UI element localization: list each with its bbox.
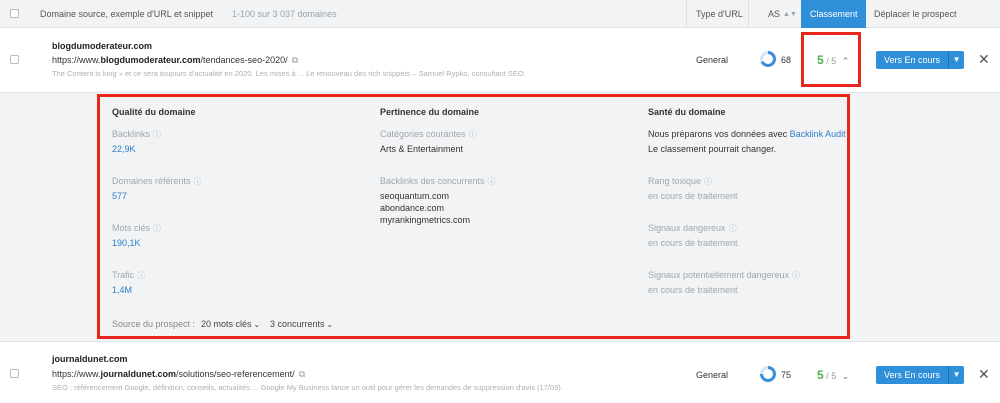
info-icon: ⓘ [153, 224, 162, 233]
info-icon: ⓘ [728, 224, 737, 233]
danger-signals-value: en cours de traitement [648, 238, 738, 248]
rank-toggle[interactable]: 5 / 5 ⌄ [817, 368, 849, 382]
traffic-label: Trafic ⓘ [112, 270, 146, 280]
example-url[interactable]: https://www.journaldunet.com/solutions/s… [52, 369, 305, 380]
toxic-score-value: en cours de traitement [648, 191, 738, 201]
column-rank-header[interactable]: Classement▲▼ [801, 0, 866, 46]
url-prefix: https://www. [52, 55, 101, 65]
referring-domains-value[interactable]: 577 [112, 191, 127, 201]
chevron-down-icon: ⌄ [253, 320, 261, 329]
backlinks-value[interactable]: 22,9K [112, 144, 136, 154]
snippet-text: SEO : référencement Google, définition, … [52, 383, 563, 392]
row-checkbox[interactable] [10, 369, 19, 378]
row-checkbox[interactable] [10, 55, 19, 64]
authority-score-value: 68 [781, 55, 792, 65]
url-prefix: https://www. [52, 369, 101, 379]
competitor-domain: seoquantum.com [380, 191, 450, 201]
categories-label: Catégories courantes ⓘ [380, 129, 477, 139]
column-separator [686, 0, 687, 28]
health-title: Santé du domaine [648, 107, 726, 117]
authority-score-ring-icon [760, 366, 776, 382]
snippet-text: The Content is king » et ce sera toujour… [52, 69, 526, 78]
as-header-label: AS [768, 9, 781, 19]
health-message: Nous préparons vos données avec Backlink… [648, 129, 846, 139]
table-header: Domaine source, exemple d'URL et snippet… [0, 0, 1000, 46]
traffic-value[interactable]: 1,4M [112, 285, 132, 295]
column-type-header[interactable]: Type d'URL [696, 0, 743, 28]
backlink-audit-link[interactable]: Backlink Audit [790, 129, 846, 139]
external-link-icon[interactable]: ⧉ [292, 55, 298, 66]
table-row: journaldunet.com https://www.journaldune… [0, 343, 1000, 403]
column-move-header: Déplacer le prospect [874, 9, 957, 19]
rank-highlight-box [801, 32, 861, 87]
sort-icon: ▲▼ [783, 11, 797, 18]
competitor-domain: myrankingmetrics.com [380, 215, 471, 225]
select-all-checkbox[interactable] [10, 9, 19, 18]
info-icon: ⓘ [153, 130, 162, 139]
close-icon[interactable]: ✕ [978, 51, 990, 68]
url-path: /solutions/seo-referencement/ [176, 369, 295, 379]
categories-value: Arts & Entertainment [380, 144, 464, 154]
rank-value: 5 [817, 368, 824, 382]
rank-header-label: Classement [810, 9, 858, 19]
referring-domains-label: Domaines référents ⓘ [112, 176, 202, 186]
url-type: General [696, 370, 729, 380]
column-as-header[interactable]: AS ▲▼ [768, 0, 797, 28]
relevance-title: Pertinence du domaine [380, 107, 480, 117]
column-domain-header[interactable]: Domaine source, exemple d'URL et snippet [40, 0, 213, 28]
health-message-2: Le classement pourrait changer. [648, 144, 777, 154]
keywords-value[interactable]: 190,1K [112, 238, 141, 248]
move-prospect-control: Vers En cours ▼ [876, 51, 965, 69]
chevron-down-icon: ⌄ [326, 320, 334, 329]
example-url[interactable]: https://www.blogdumoderateur.com/tendanc… [52, 55, 298, 66]
info-icon: ⓘ [792, 271, 801, 280]
url-type: General [696, 55, 729, 65]
competitor-domain: abondance.com [380, 203, 445, 213]
url-path: /tendances-seo-2020/ [200, 55, 288, 65]
move-to-in-progress-button[interactable]: Vers En cours [876, 51, 949, 69]
info-icon: ⓘ [704, 177, 713, 186]
authority-score-ring-icon [760, 51, 776, 67]
competitors-source-dropdown[interactable]: 3 concurrents ⌄ [270, 319, 333, 329]
move-to-in-progress-button[interactable]: Vers En cours [876, 366, 949, 384]
move-prospect-control: Vers En cours ▼ [876, 366, 965, 384]
toxic-score-label: Rang toxique ⓘ [648, 176, 713, 186]
keywords-label: Mots clés ⓘ [112, 223, 162, 233]
prospect-source-label: Source du prospect : [112, 319, 196, 329]
column-separator [748, 0, 749, 28]
info-icon: ⓘ [468, 130, 477, 139]
chevron-down-icon: ⌄ [841, 371, 850, 381]
external-link-icon[interactable]: ⧉ [299, 369, 305, 380]
domain-name[interactable]: blogdumoderateur.com [52, 41, 152, 51]
danger-signals-label: Signaux dangereux ⓘ [648, 223, 737, 233]
potential-danger-value: en cours de traitement [648, 285, 738, 295]
close-icon[interactable]: ✕ [978, 366, 990, 383]
url-domain: blogdumoderateur.com [100, 55, 201, 65]
backlinks-label: Backlinks ⓘ [112, 129, 162, 139]
rank-total: / 5 [826, 371, 837, 381]
competitor-backlinks-label: Backlinks des concurrents ⓘ [380, 176, 496, 186]
domain-name[interactable]: journaldunet.com [52, 354, 128, 364]
authority-score-value: 75 [781, 370, 792, 380]
chevron-down-icon[interactable]: ▼ [948, 51, 965, 69]
info-icon: ⓘ [137, 271, 146, 280]
info-icon: ⓘ [487, 177, 496, 186]
url-domain: journaldunet.com [100, 369, 177, 379]
domain-details-panel: Qualité du domaine Backlinks ⓘ 22,9K Doma… [0, 92, 1000, 342]
quality-title: Qualité du domaine [112, 107, 196, 117]
chevron-down-icon[interactable]: ▼ [948, 366, 965, 384]
keywords-source-dropdown[interactable]: 20 mots clés ⌄ [201, 319, 260, 329]
potential-danger-label: Signaux potentiellement dangereux ⓘ [648, 270, 801, 280]
domain-count: 1-100 sur 3 037 domaines [232, 9, 337, 19]
info-icon: ⓘ [193, 177, 202, 186]
